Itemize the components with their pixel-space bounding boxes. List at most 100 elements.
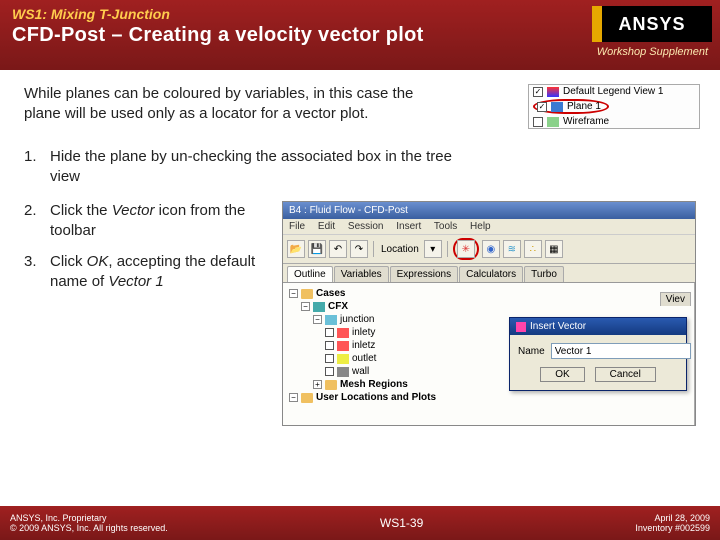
- checkbox-icon[interactable]: [325, 341, 334, 350]
- dialog-body: Name OK Cancel: [510, 335, 686, 390]
- streamline-icon[interactable]: ≋: [503, 240, 521, 258]
- location-dropdown-icon[interactable]: ▾: [424, 240, 442, 258]
- tool-icon[interactable]: ▦: [545, 240, 563, 258]
- folder-icon: [301, 393, 313, 403]
- tab-calculators[interactable]: Calculators: [459, 266, 523, 282]
- ansys-logo: ANSYS: [592, 6, 712, 42]
- menu-file[interactable]: File: [289, 221, 305, 232]
- tree-node-cfx[interactable]: − CFX: [289, 300, 688, 313]
- footer-left: ANSYS, Inc. Proprietary © 2009 ANSYS, In…: [10, 513, 168, 533]
- tab-outline[interactable]: Outline: [287, 266, 333, 282]
- step-3: 3. Click OK, accepting the default name …: [24, 252, 274, 293]
- name-label: Name: [518, 346, 545, 357]
- vector-icon[interactable]: ✳: [457, 240, 475, 258]
- checkbox-icon[interactable]: [325, 328, 334, 337]
- emphasis: Vector: [112, 202, 155, 219]
- node-label: wall: [352, 366, 369, 377]
- menu-session[interactable]: Session: [348, 221, 384, 232]
- tree-snippet: ✓ Default Legend View 1 ✓ Plane 1 Wirefr…: [528, 84, 700, 129]
- node-label: inlety: [352, 327, 375, 338]
- node-label: outlet: [352, 353, 376, 364]
- text: Click: [50, 253, 87, 270]
- date-text: April 28, 2009: [635, 513, 710, 523]
- menu-edit[interactable]: Edit: [318, 221, 335, 232]
- view-tab[interactable]: Viev: [660, 292, 691, 306]
- logo-accent: [592, 6, 602, 42]
- cancel-button[interactable]: Cancel: [595, 367, 656, 382]
- text: Click the: [50, 202, 112, 219]
- checkbox-icon[interactable]: [533, 117, 543, 127]
- emphasis: OK: [87, 253, 109, 270]
- steps-column: 2. Click the Vector icon from the toolba…: [24, 201, 274, 426]
- footer-right: April 28, 2009 Inventory #002599: [635, 513, 710, 533]
- node-label: inletz: [352, 340, 375, 351]
- slide-number: WS1-39: [380, 516, 423, 530]
- tab-strip: Outline Variables Expressions Calculator…: [283, 264, 695, 283]
- checkbox-icon[interactable]: ✓: [537, 102, 547, 112]
- step-number: 2.: [24, 201, 50, 242]
- outlet-icon: [337, 354, 349, 364]
- highlight-circle: ✓ Plane 1: [533, 99, 609, 114]
- logo-text: ANSYS: [618, 14, 685, 35]
- cfx-icon: [313, 302, 325, 312]
- wall-icon: [337, 367, 349, 377]
- proprietary-text: ANSYS, Inc. Proprietary: [10, 513, 168, 523]
- separator: [373, 241, 374, 257]
- steps-list: 1. Hide the plane by un-checking the ass…: [24, 147, 696, 188]
- legend-icon: [547, 87, 559, 97]
- ok-button[interactable]: OK: [540, 367, 584, 382]
- tree-node-userloc[interactable]: − User Locations and Plots: [289, 391, 688, 404]
- tree-row-wireframe: Wireframe: [529, 115, 699, 128]
- open-icon[interactable]: 📂: [287, 240, 305, 258]
- undo-icon[interactable]: ↶: [329, 240, 347, 258]
- insert-vector-dialog: Insert Vector Name OK Cancel: [509, 317, 687, 391]
- redo-icon[interactable]: ↷: [350, 240, 368, 258]
- menu-tools[interactable]: Tools: [434, 221, 457, 232]
- checkbox-icon[interactable]: ✓: [533, 87, 543, 97]
- step-number: 1.: [24, 147, 50, 188]
- slide-footer: ANSYS, Inc. Proprietary © 2009 ANSYS, In…: [0, 506, 720, 540]
- vector-icon: [516, 322, 526, 332]
- step-1: 1. Hide the plane by un-checking the ass…: [24, 147, 696, 188]
- checkbox-icon[interactable]: [325, 367, 334, 376]
- expand-icon[interactable]: +: [313, 380, 322, 389]
- menu-help[interactable]: Help: [470, 221, 491, 232]
- tree-row-plane: ✓ Plane 1: [529, 98, 699, 115]
- node-label: CFX: [328, 301, 348, 312]
- collapse-icon[interactable]: −: [313, 315, 322, 324]
- location-label: Location: [379, 244, 421, 255]
- checkbox-icon[interactable]: [325, 354, 334, 363]
- tree-row-legend: ✓ Default Legend View 1: [529, 85, 699, 98]
- name-input[interactable]: [551, 343, 691, 359]
- app-screenshot: B4 : Fluid Flow - CFD-Post File Edit Ses…: [282, 201, 696, 426]
- particle-icon[interactable]: ∴: [524, 240, 542, 258]
- tree-node-cases[interactable]: −Cases: [289, 287, 688, 300]
- separator: [447, 241, 448, 257]
- folder-icon: [301, 289, 313, 299]
- tree-label: Wireframe: [563, 116, 609, 127]
- inlet-icon: [337, 341, 349, 351]
- node-label: User Locations and Plots: [316, 392, 436, 403]
- plane-icon: [551, 102, 563, 112]
- contour-icon[interactable]: ◉: [482, 240, 500, 258]
- tree-label: Plane 1: [567, 101, 601, 112]
- window-title: B4 : Fluid Flow - CFD-Post: [283, 202, 695, 219]
- highlight-circle: ✳: [453, 238, 479, 260]
- collapse-icon[interactable]: −: [289, 289, 298, 298]
- slide-header: WS1: Mixing T-Junction CFD-Post – Creati…: [0, 0, 720, 70]
- step-text: Click the Vector icon from the toolbar: [50, 201, 270, 242]
- intro-text: While planes can be coloured by variable…: [24, 84, 454, 125]
- tab-variables[interactable]: Variables: [334, 266, 389, 282]
- tab-turbo[interactable]: Turbo: [524, 266, 564, 282]
- save-icon[interactable]: 💾: [308, 240, 326, 258]
- collapse-icon[interactable]: −: [289, 393, 298, 402]
- supplement-label: Workshop Supplement: [597, 46, 708, 58]
- menu-bar: File Edit Session Insert Tools Help: [283, 219, 695, 235]
- menu-insert[interactable]: Insert: [396, 221, 421, 232]
- step-text: Hide the plane by un-checking the associ…: [50, 147, 480, 188]
- node-label: junction: [340, 314, 374, 325]
- collapse-icon[interactable]: −: [301, 302, 310, 311]
- domain-icon: [325, 315, 337, 325]
- step-2: 2. Click the Vector icon from the toolba…: [24, 201, 274, 242]
- tab-expressions[interactable]: Expressions: [390, 266, 458, 282]
